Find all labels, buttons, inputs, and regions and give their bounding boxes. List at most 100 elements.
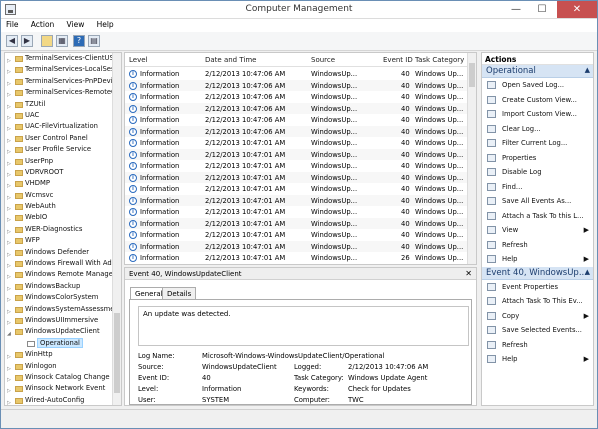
collapse-icon[interactable]: ▲ bbox=[585, 66, 590, 74]
action-help[interactable]: Help ▶ bbox=[482, 252, 593, 267]
action-filter-current-log[interactable]: Filter Current Log... bbox=[482, 136, 593, 151]
event-row[interactable]: i Information 2/12/2013 10:47:06 AM Windows… bbox=[125, 79, 469, 91]
tree-item[interactable]: ▷ UAC bbox=[5, 110, 121, 121]
help-icon[interactable]: ? bbox=[73, 35, 85, 47]
event-level: Information bbox=[140, 70, 180, 78]
tree-item[interactable]: ▷ WFP bbox=[5, 235, 121, 246]
minimize-button[interactable]: — bbox=[503, 1, 529, 18]
show-hide-tree-icon[interactable]: ▦ bbox=[56, 35, 68, 47]
event-row[interactable]: i Information 2/12/2013 10:47:01 AM Windows… bbox=[125, 252, 469, 264]
event-row[interactable]: i Information 2/12/2013 10:47:06 AM Windows… bbox=[125, 91, 469, 103]
event-row[interactable]: i Information 2/12/2013 10:47:01 AM Windows… bbox=[125, 194, 469, 206]
event-list-scrollbar-thumb[interactable] bbox=[469, 63, 475, 87]
action-properties[interactable]: Properties bbox=[482, 151, 593, 166]
tree-item[interactable]: ▷ TerminalServices-ClientUS bbox=[5, 53, 121, 64]
actions-section-event[interactable]: Event 40, WindowsUp... ▲ bbox=[482, 266, 593, 280]
tree-item[interactable]: ▷ Wcmsvc bbox=[5, 190, 121, 201]
tree-item[interactable]: ▷ WER-Diagnostics bbox=[5, 224, 121, 235]
tree-item[interactable]: ▷ User Profile Service bbox=[5, 144, 121, 155]
menu-view[interactable]: View bbox=[62, 19, 90, 30]
event-row[interactable]: i Information 2/12/2013 10:47:01 AM Windows… bbox=[125, 137, 469, 149]
event-row[interactable]: iInformation2/12/2013 10:46:50 AMWindows… bbox=[125, 263, 469, 264]
column-task-category[interactable]: Task Category bbox=[415, 56, 464, 64]
tree-item[interactable]: ▷ VHDMP bbox=[5, 178, 121, 189]
properties-icon[interactable]: ▤ bbox=[88, 35, 100, 47]
tree-item[interactable]: ▷ User Control Panel bbox=[5, 133, 121, 144]
tree-scrollbar[interactable] bbox=[112, 53, 121, 405]
column-date-time[interactable]: Date and Time bbox=[205, 56, 256, 64]
tree-item[interactable]: ▷ WindowsColorSystem bbox=[5, 292, 121, 303]
tree-item[interactable]: ▷ Winsock Network Event bbox=[5, 383, 121, 394]
event-row[interactable]: i Information 2/12/2013 10:47:01 AM Windows… bbox=[125, 171, 469, 183]
tree-item[interactable]: ▷ WebIO bbox=[5, 212, 121, 223]
tree-item[interactable]: ▷ Wired-AutoConfig bbox=[5, 395, 121, 405]
tree-item[interactable]: ◢ WindowsUpdateClient bbox=[5, 326, 121, 337]
event-row[interactable]: i Information 2/12/2013 10:47:06 AM Windows… bbox=[125, 68, 469, 80]
action-save-selected-events[interactable]: Save Selected Events... bbox=[482, 323, 593, 338]
tree-item[interactable]: ▷ Windows Firewall With Ad bbox=[5, 258, 121, 269]
event-row[interactable]: i Information 2/12/2013 10:47:01 AM Windows… bbox=[125, 229, 469, 241]
action-clear-log[interactable]: Clear Log... bbox=[482, 122, 593, 137]
action-import-custom-view[interactable]: Import Custom View... bbox=[482, 107, 593, 122]
forward-arrow-icon[interactable]: ▶ bbox=[21, 35, 33, 47]
action-event-properties[interactable]: Event Properties bbox=[482, 280, 593, 295]
action-copy[interactable]: Copy ▶ bbox=[482, 309, 593, 324]
column-level[interactable]: Level bbox=[129, 56, 147, 64]
action-open-saved-log[interactable]: Open Saved Log... bbox=[482, 78, 593, 93]
tree-item-label: WER-Diagnostics bbox=[25, 224, 83, 233]
action-help[interactable]: Help ▶ bbox=[482, 352, 593, 367]
action-refresh[interactable]: Refresh bbox=[482, 238, 593, 253]
tree-item[interactable]: ▷ UAC-FileVirtualization bbox=[5, 121, 121, 132]
event-message[interactable]: An update was detected. bbox=[138, 306, 469, 346]
action-view[interactable]: View ▶ bbox=[482, 223, 593, 238]
tree-item[interactable]: ▷ TerminalServices-RemoteC bbox=[5, 87, 121, 98]
tree-item[interactable]: ▷ TerminalServices-LocalSes bbox=[5, 64, 121, 75]
event-row[interactable]: i Information 2/12/2013 10:47:01 AM Windows… bbox=[125, 148, 469, 160]
action-find[interactable]: Find... bbox=[482, 180, 593, 195]
tree-item[interactable]: ▷ Winlogon bbox=[5, 361, 121, 372]
tree-item[interactable]: ▷ UserPnp bbox=[5, 156, 121, 167]
tree-item[interactable]: ▷ TerminalServices-PnPDevi bbox=[5, 76, 121, 87]
event-row[interactable]: i Information 2/12/2013 10:47:06 AM Windows… bbox=[125, 125, 469, 137]
tree-item-selected[interactable]: Operational bbox=[5, 337, 121, 349]
tree-item[interactable]: ▷ WinHttp bbox=[5, 349, 121, 360]
tree-item[interactable]: ▷ WindowsSystemAssessme bbox=[5, 304, 121, 315]
event-row[interactable]: i Information 2/12/2013 10:47:06 AM Windows… bbox=[125, 114, 469, 126]
event-row[interactable]: i Information 2/12/2013 10:47:01 AM Windows… bbox=[125, 240, 469, 252]
event-row[interactable]: i Information 2/12/2013 10:47:01 AM Windows… bbox=[125, 217, 469, 229]
expand-icon[interactable]: ▷ bbox=[7, 398, 11, 405]
tree-item[interactable]: ▷ WindowsBackup bbox=[5, 281, 121, 292]
menu-action[interactable]: Action bbox=[26, 19, 60, 30]
tree-item[interactable]: ▷ VDRVROOT bbox=[5, 167, 121, 178]
action-create-custom-view[interactable]: Create Custom View... bbox=[482, 93, 593, 108]
menu-help[interactable]: Help bbox=[92, 19, 119, 30]
event-list-scrollbar[interactable] bbox=[467, 53, 476, 264]
tree-item[interactable]: ▷ Windows Remote Manage bbox=[5, 269, 121, 280]
actions-section-operational[interactable]: Operational ▲ bbox=[482, 65, 593, 78]
action-disable-log[interactable]: Disable Log bbox=[482, 165, 593, 180]
action-attach-a-task-to-this-l[interactable]: Attach a Task To this L... bbox=[482, 209, 593, 224]
column-source[interactable]: Source bbox=[311, 56, 335, 64]
tree-item[interactable]: ▷ WebAuth bbox=[5, 201, 121, 212]
tree-item[interactable]: ▷ TZUtil bbox=[5, 99, 121, 110]
event-row[interactable]: i Information 2/12/2013 10:47:01 AM Windows… bbox=[125, 160, 469, 172]
menu-file[interactable]: File bbox=[1, 19, 24, 30]
tree-item[interactable]: ▷ WindowsUIImmersive bbox=[5, 315, 121, 326]
event-row[interactable]: i Information 2/12/2013 10:47:01 AM Windows… bbox=[125, 206, 469, 218]
back-arrow-icon[interactable]: ◀ bbox=[6, 35, 18, 47]
up-folder-icon[interactable] bbox=[41, 35, 53, 47]
tree-scrollbar-thumb[interactable] bbox=[114, 313, 120, 393]
event-row[interactable]: i Information 2/12/2013 10:47:06 AM Windows… bbox=[125, 102, 469, 114]
maximize-button[interactable]: ☐ bbox=[529, 1, 555, 18]
event-row[interactable]: i Information 2/12/2013 10:47:01 AM Windows… bbox=[125, 183, 469, 195]
action-refresh[interactable]: Refresh bbox=[482, 338, 593, 353]
close-button[interactable]: ✕ bbox=[557, 1, 597, 18]
column-event-id[interactable]: Event ID bbox=[383, 56, 413, 64]
action-save-all-events-as[interactable]: Save All Events As... bbox=[482, 194, 593, 209]
information-icon: i bbox=[129, 185, 137, 193]
tree-item[interactable]: ▷ Winsock Catalog Change bbox=[5, 372, 121, 383]
close-icon[interactable]: ✕ bbox=[465, 269, 472, 278]
collapse-icon[interactable]: ▲ bbox=[585, 268, 590, 276]
action-attach-task-to-this-ev[interactable]: Attach Task To This Ev... bbox=[482, 294, 593, 309]
tree-item[interactable]: ▷ Windows Defender bbox=[5, 247, 121, 258]
